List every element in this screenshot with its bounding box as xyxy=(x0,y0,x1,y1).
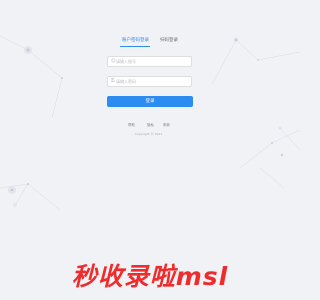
login-button[interactable]: 登录 xyxy=(107,96,193,107)
user-icon: ☺ xyxy=(111,59,116,64)
help-link[interactable]: 帮助 xyxy=(128,123,135,128)
password-input[interactable] xyxy=(116,78,190,85)
privacy-link[interactable]: 隐私 xyxy=(147,123,154,128)
username-input[interactable] xyxy=(116,58,190,65)
copyright-text: Copyright © 2021 xyxy=(135,132,163,136)
tab-account-login[interactable]: 账户密码登录 xyxy=(122,38,149,44)
footer-links: 帮助 隐私 条款 xyxy=(128,123,178,129)
tab-scan-login[interactable]: 扫码登录 xyxy=(160,38,178,44)
active-tab-indicator xyxy=(120,46,150,47)
login-page: 账户密码登录 扫码登录 ☺ ⚿ 登录 帮助 隐私 条款 Copyright © … xyxy=(0,0,300,300)
site-watermark: 秒收录啦msl xyxy=(71,262,229,291)
login-tabs: 账户密码登录 扫码登录 xyxy=(118,38,198,48)
lock-icon: ⚿ xyxy=(111,79,115,84)
terms-link[interactable]: 条款 xyxy=(163,123,170,128)
password-field: ⚿ xyxy=(107,76,192,87)
username-field: ☺ xyxy=(107,56,192,67)
